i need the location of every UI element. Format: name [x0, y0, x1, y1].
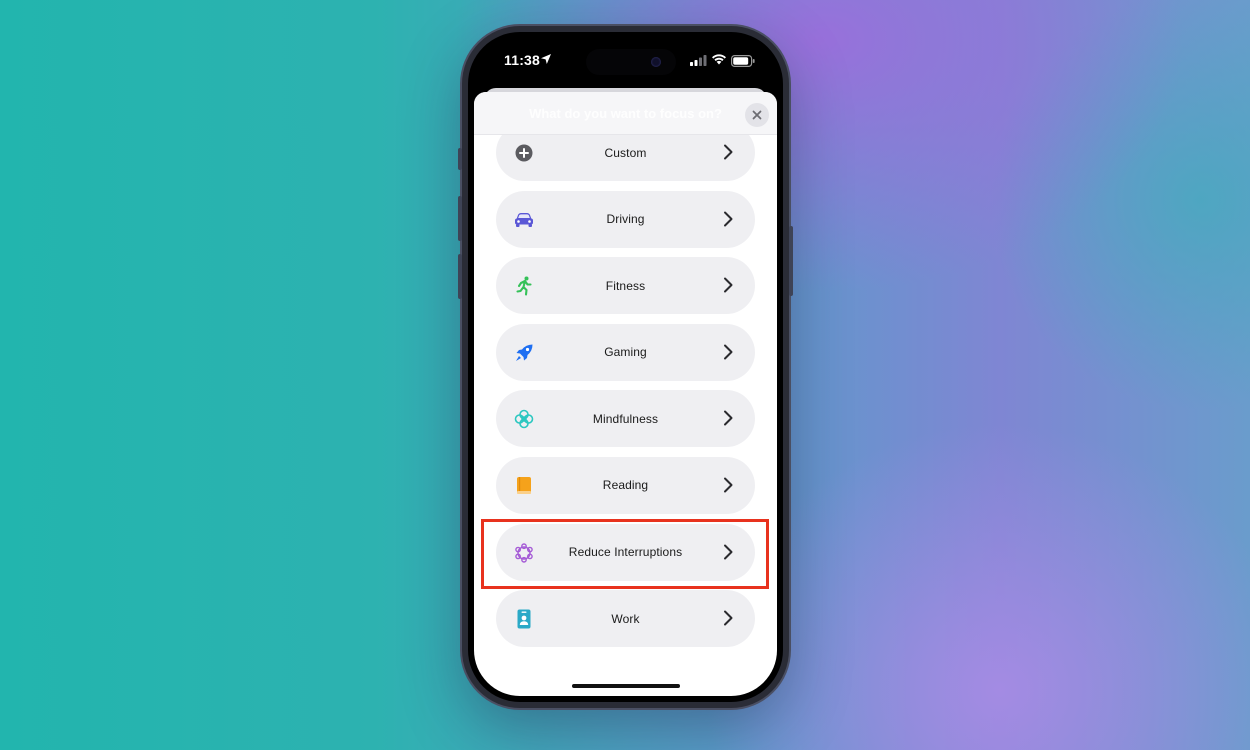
- home-indicator[interactable]: [571, 684, 680, 688]
- chevron-right-icon: [724, 144, 733, 160]
- focus-option-gaming[interactable]: Gaming: [496, 323, 755, 381]
- focus-option-label: Driving: [606, 212, 645, 227]
- action-button: [458, 148, 462, 170]
- power-button: [789, 226, 793, 296]
- screen-bezel: 11:38 What do you want to focus on? Cust…: [468, 32, 783, 702]
- rocket-icon: [514, 343, 534, 363]
- battery-icon: [731, 55, 755, 67]
- focus-option-label: Custom: [604, 145, 647, 160]
- running-figure-icon: [514, 276, 534, 296]
- focus-option-label: Reading: [602, 478, 649, 493]
- highlight-box: [481, 519, 769, 589]
- chevron-right-icon: [724, 410, 733, 426]
- focus-option-work[interactable]: Work: [496, 590, 755, 648]
- sheet-header: What do you want to focus on?: [474, 92, 777, 135]
- focus-option-driving[interactable]: Driving: [496, 190, 755, 248]
- status-bar: 11:38: [468, 32, 783, 88]
- chevron-right-icon: [724, 610, 733, 626]
- close-button[interactable]: [745, 103, 769, 127]
- status-time: 11:38: [504, 52, 541, 68]
- focus-option-fitness[interactable]: Fitness: [496, 257, 755, 315]
- focus-option-label: Gaming: [604, 345, 647, 360]
- car-icon: [514, 210, 534, 230]
- flower-icon: [514, 409, 534, 429]
- plus-circle-icon: [514, 143, 534, 163]
- wifi-icon: [712, 54, 726, 65]
- dynamic-island: [586, 49, 676, 75]
- phone-frame: 11:38 What do you want to focus on? Cust…: [458, 26, 793, 708]
- volume-down-button: [458, 254, 462, 299]
- focus-option-mindfulness[interactable]: Mindfulness: [496, 390, 755, 448]
- focus-sheet: What do you want to focus on? Custom Dri…: [474, 92, 777, 696]
- chevron-right-icon: [724, 277, 733, 293]
- cellular-signal-icon: [690, 55, 707, 66]
- focus-option-reading[interactable]: Reading: [496, 456, 755, 514]
- front-camera: [651, 57, 661, 67]
- sheet-title: What do you want to focus on?: [529, 106, 722, 121]
- location-arrow-icon: [541, 54, 551, 64]
- id-badge-icon: [514, 609, 534, 629]
- chevron-right-icon: [724, 344, 733, 360]
- chevron-right-icon: [724, 211, 733, 227]
- chevron-right-icon: [724, 477, 733, 493]
- focus-option-label: Fitness: [605, 278, 646, 293]
- focus-option-label: Mindfulness: [592, 411, 659, 426]
- volume-up-button: [458, 196, 462, 241]
- book-icon: [514, 476, 534, 496]
- focus-option-label: Work: [611, 611, 640, 626]
- close-icon: [752, 110, 762, 120]
